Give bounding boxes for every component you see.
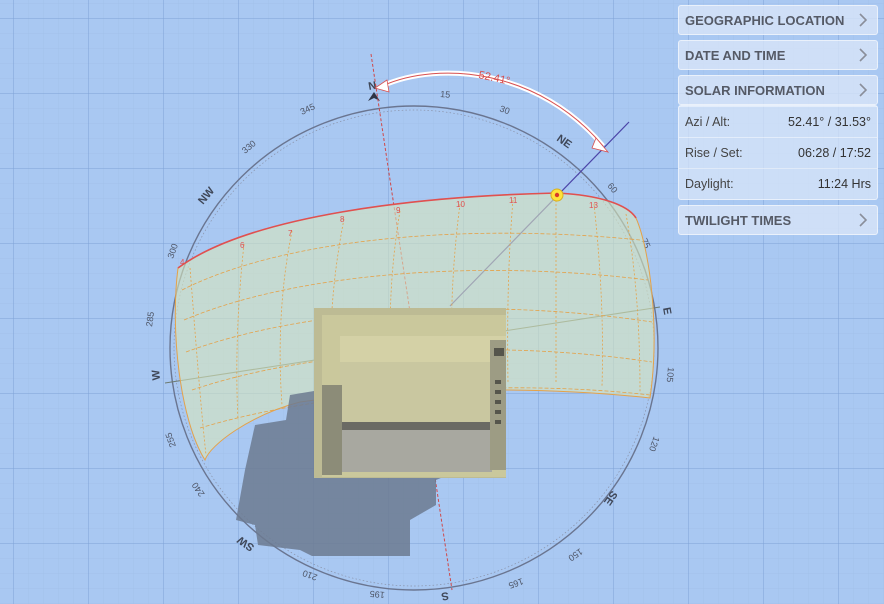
geographic-location-header[interactable]: GEOGRAPHIC LOCATION — [678, 5, 878, 35]
hour-label: 9 — [396, 206, 401, 215]
solar-information-label: SOLAR INFORMATION — [685, 82, 825, 98]
chevron-right-icon — [855, 212, 871, 228]
rise-set-row: Rise / Set: 06:28 / 17:52 — [679, 137, 877, 168]
tick-label: 195 — [369, 589, 385, 600]
azi-alt-label: Azi / Alt: — [685, 115, 731, 129]
info-panel: GEOGRAPHIC LOCATION DATE AND TIME SOLAR … — [678, 5, 878, 240]
solar-information-header[interactable]: SOLAR INFORMATION — [678, 75, 878, 105]
twilight-times-header[interactable]: TWILIGHT TIMES — [678, 205, 878, 235]
hour-label: 11 — [509, 196, 518, 205]
twilight-times-label: TWILIGHT TIMES — [685, 212, 792, 228]
hour-label: 8 — [340, 215, 345, 224]
hour-label: 7 — [288, 229, 293, 238]
daylight-row: Daylight: 11:24 Hrs — [679, 168, 877, 199]
rise-set-value: 06:28 / 17:52 — [798, 146, 871, 160]
rise-set-label: Rise / Set: — [685, 146, 743, 160]
chevron-right-icon — [855, 12, 871, 28]
hour-label: 10 — [456, 200, 465, 209]
building-model[interactable] — [314, 308, 506, 478]
daylight-value: 11:24 Hrs — [817, 177, 871, 191]
hour-label: 13 — [589, 201, 598, 210]
tick-label: 285 — [144, 311, 156, 327]
solar-information-body: Azi / Alt: 52.41° / 31.53° Rise / Set: 0… — [678, 105, 878, 200]
geographic-location-label: GEOGRAPHIC LOCATION — [685, 12, 845, 28]
azi-alt-row: Azi / Alt: 52.41° / 31.53° — [679, 106, 877, 137]
tick-label: 105 — [665, 367, 676, 383]
compass-point-w: W — [150, 369, 163, 381]
chevron-right-icon — [855, 82, 871, 98]
hour-label: 6 — [240, 241, 245, 250]
hour-label: 4 — [180, 258, 185, 267]
tick-label: 15 — [440, 89, 451, 100]
daylight-label: Daylight: — [685, 177, 734, 191]
date-and-time-header[interactable]: DATE AND TIME — [678, 40, 878, 70]
date-and-time-label: DATE AND TIME — [685, 47, 786, 63]
chevron-right-icon — [855, 47, 871, 63]
azi-alt-value: 52.41° / 31.53° — [788, 115, 871, 129]
